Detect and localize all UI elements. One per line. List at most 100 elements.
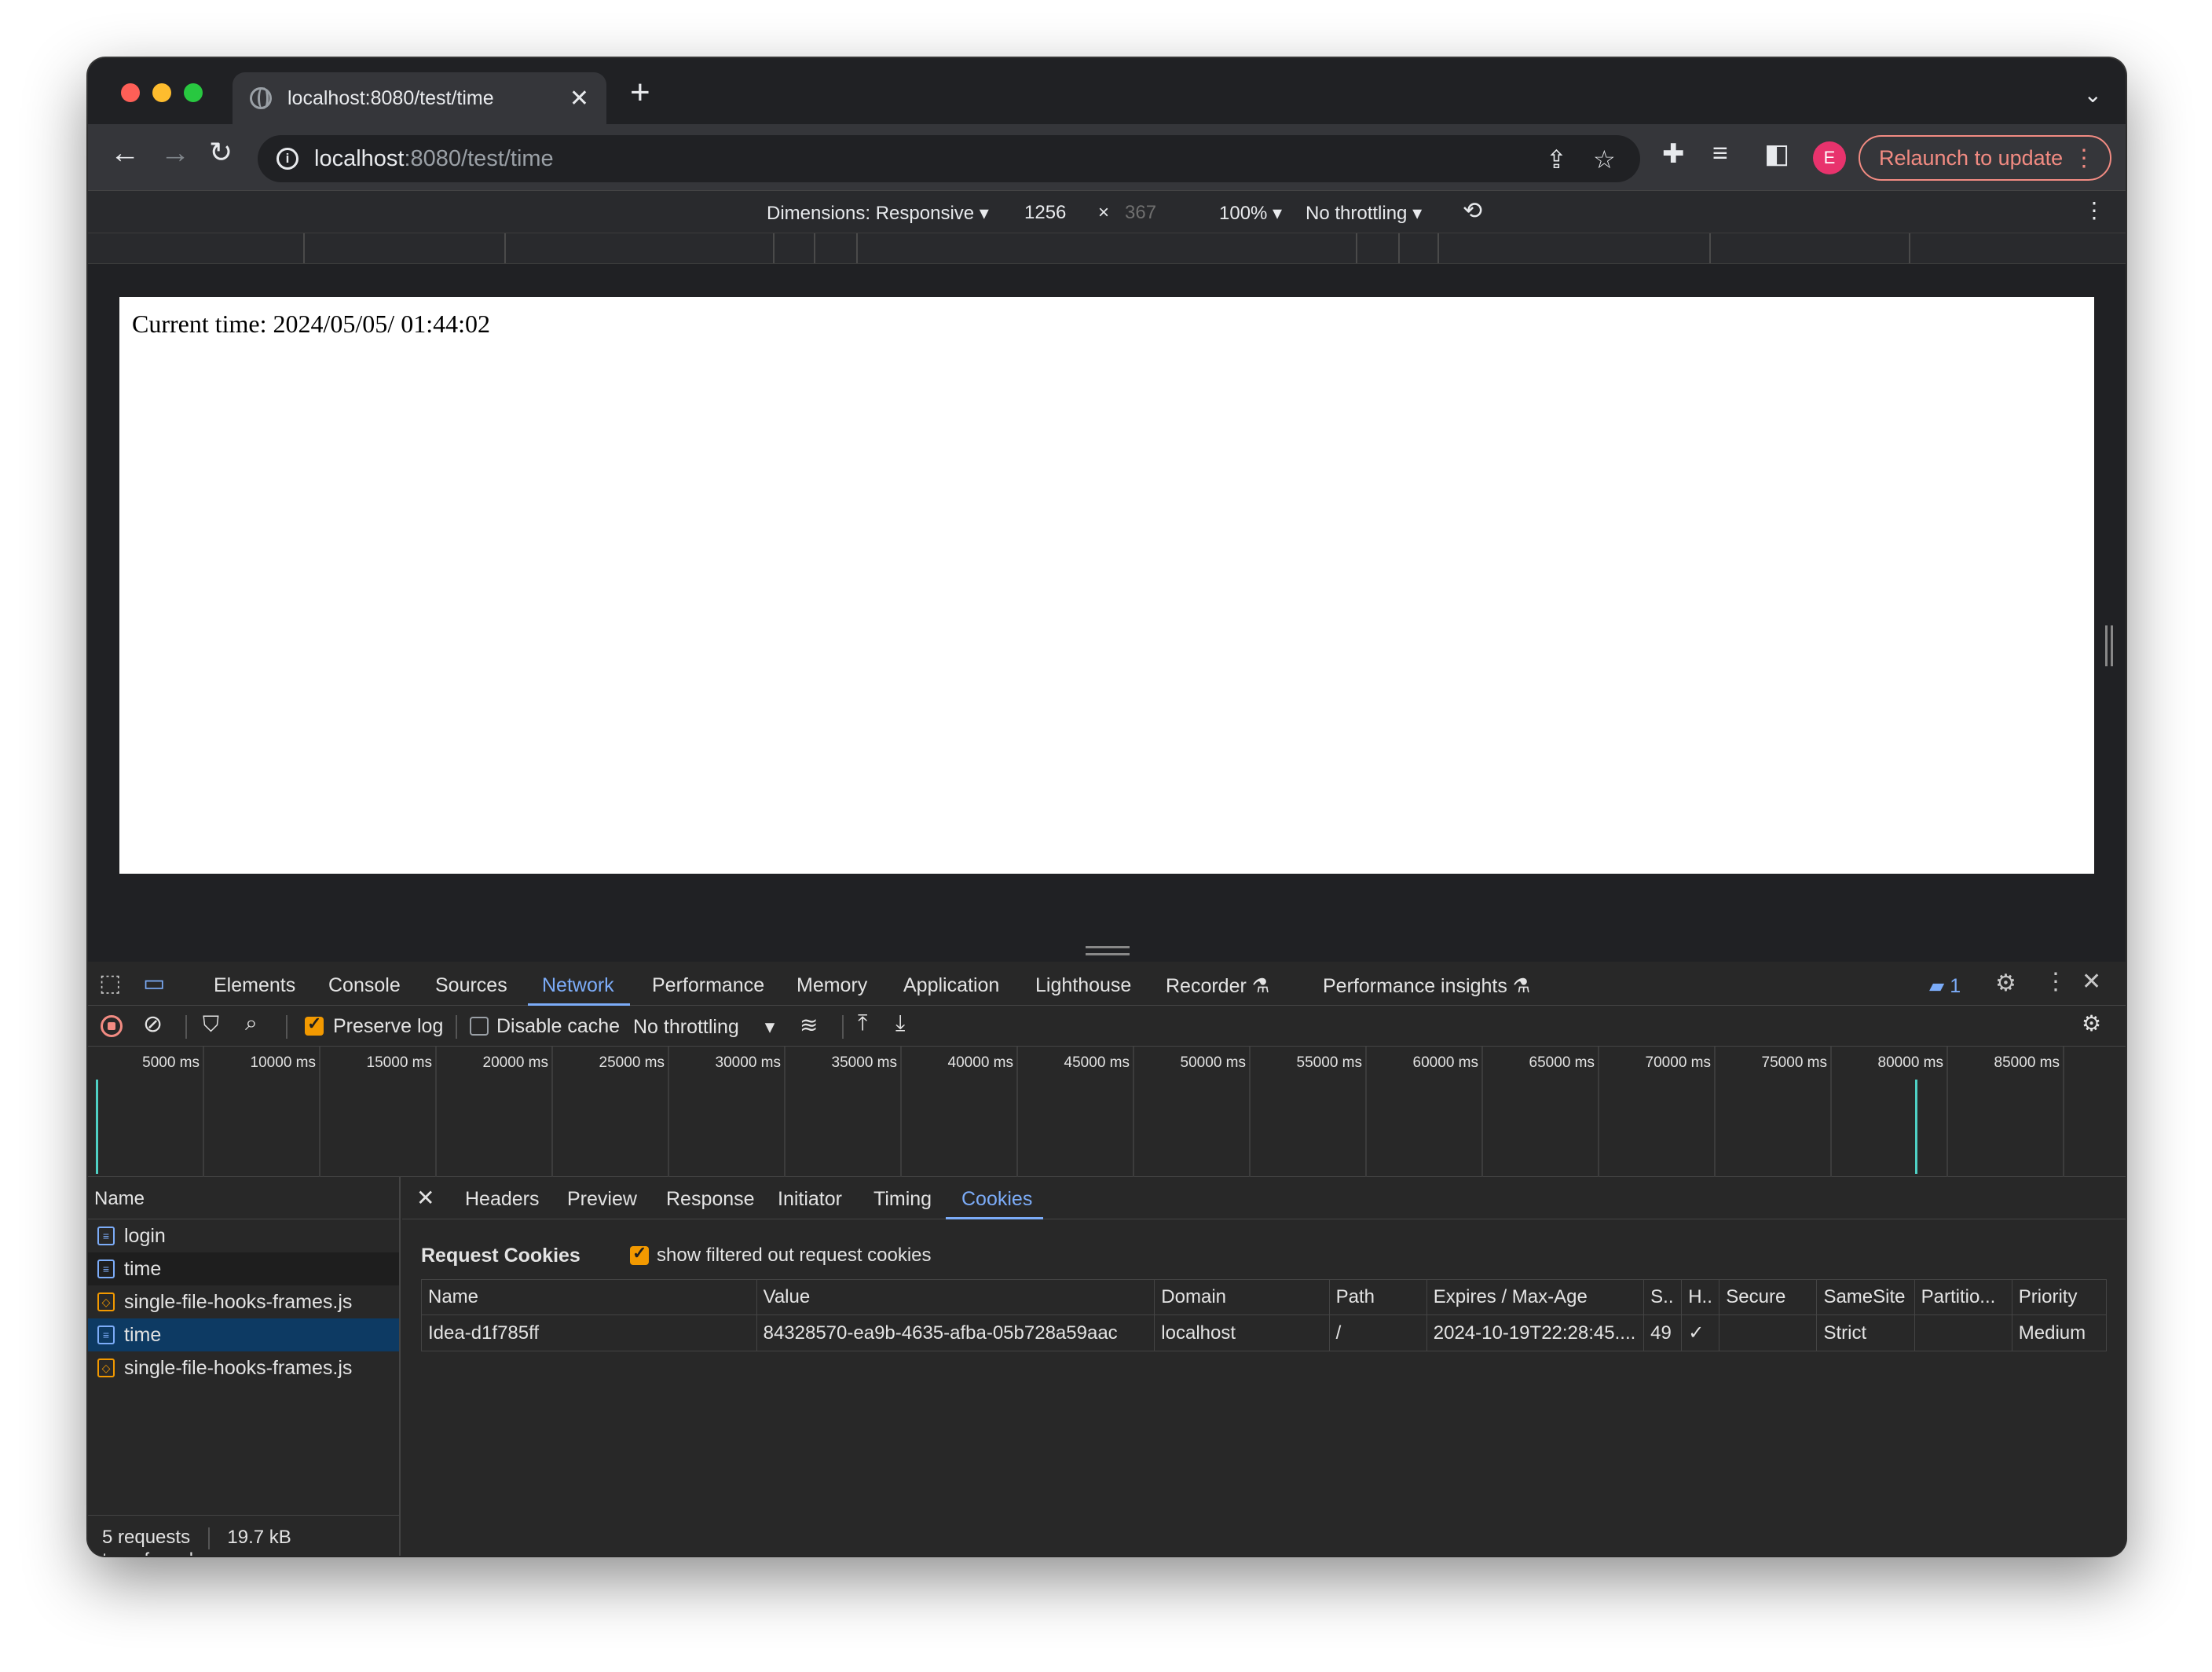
network-throttling-select[interactable]: No throttling ▾ bbox=[633, 1015, 775, 1039]
back-arrow-icon[interactable]: ← bbox=[110, 138, 140, 168]
show-filtered-label: show filtered out request cookies bbox=[657, 1245, 932, 1266]
timeline-gridline bbox=[435, 1047, 437, 1177]
avatar[interactable]: E bbox=[1813, 141, 1846, 174]
kebab-menu-icon[interactable]: ⋮ bbox=[2044, 968, 2067, 996]
clear-icon[interactable]: ⊘ bbox=[143, 1010, 163, 1038]
tab-close-icon[interactable]: ✕ bbox=[569, 85, 589, 112]
network-overview-timeline[interactable]: 5000 ms 10000 ms 15000 ms 20000 ms 25000 ms 3… bbox=[88, 1047, 2126, 1177]
issues-badge[interactable]: ▰ 1 bbox=[1929, 974, 1961, 998]
cookie-column-header[interactable]: Value bbox=[756, 1279, 1155, 1315]
bookmark-star-icon[interactable]: ☆ bbox=[1593, 145, 1616, 174]
show-filtered-checkbox[interactable] bbox=[630, 1243, 649, 1265]
preserve-log-checkbox[interactable] bbox=[305, 1014, 324, 1036]
cookies-table: Name Value Domain Path Expires / Max-Age S.. H… bbox=[421, 1279, 2108, 1351]
record-stop-icon[interactable] bbox=[101, 1015, 123, 1037]
share-icon[interactable]: ⇪ bbox=[1546, 145, 1567, 174]
kebab-menu-icon[interactable]: ⋮ bbox=[2083, 197, 2105, 223]
inspect-element-icon[interactable]: ⬚ bbox=[99, 970, 121, 997]
chevron-down-icon[interactable]: ⌄ bbox=[2084, 82, 2102, 108]
tab-elements[interactable]: Elements bbox=[214, 974, 295, 997]
reload-icon[interactable]: ↻ bbox=[209, 138, 233, 167]
height-input[interactable]: 367 bbox=[1125, 202, 1156, 224]
rotate-icon[interactable]: ⟲ bbox=[1463, 197, 1482, 225]
side-panel-icon[interactable]: ◧ bbox=[1764, 138, 1789, 170]
tab-cookies[interactable]: Cookies bbox=[961, 1188, 1032, 1211]
forward-arrow-icon[interactable]: → bbox=[160, 138, 190, 168]
cookie-column-header[interactable]: Domain bbox=[1154, 1279, 1330, 1315]
tab-performance-insights[interactable]: Performance insights ⚗ bbox=[1323, 974, 1530, 998]
tab-recorder[interactable]: Recorder ⚗ bbox=[1166, 974, 1269, 998]
detail-tabbar: ✕ Headers Preview Response Initiator Tim… bbox=[402, 1177, 2126, 1219]
media-queue-icon[interactable]: ≡ bbox=[1712, 138, 1728, 169]
cookie-column-header[interactable]: S.. bbox=[1643, 1279, 1683, 1315]
tab-headers[interactable]: Headers bbox=[465, 1188, 540, 1211]
relaunch-button[interactable]: Relaunch to update ⋮ bbox=[1859, 135, 2111, 181]
timeline-label: 10000 ms bbox=[250, 1054, 316, 1071]
kebab-menu-icon[interactable]: ⋮ bbox=[2072, 145, 2096, 172]
cookie-column-header[interactable]: Expires / Max-Age bbox=[1426, 1279, 1645, 1315]
width-input[interactable]: 1256 bbox=[1024, 202, 1066, 224]
device-toggle-icon[interactable]: ▭ bbox=[143, 970, 165, 997]
filter-icon[interactable]: ⛉ bbox=[203, 1012, 219, 1038]
cookie-column-header[interactable]: SameSite bbox=[1816, 1279, 1915, 1315]
name-column-header[interactable]: Name bbox=[88, 1177, 399, 1219]
tab-application[interactable]: Application bbox=[903, 974, 999, 997]
close-icon[interactable]: ✕ bbox=[2082, 968, 2101, 996]
maximize-window-button[interactable] bbox=[184, 83, 203, 102]
tab-performance[interactable]: Performance bbox=[652, 974, 764, 997]
request-row[interactable]: ◇ single-file-hooks-frames.js bbox=[88, 1285, 399, 1318]
search-icon[interactable]: ⌕ bbox=[245, 1010, 258, 1036]
close-window-button[interactable] bbox=[121, 83, 140, 102]
timeline-label: 5000 ms bbox=[142, 1054, 200, 1071]
request-detail-panel: ✕ Headers Preview Response Initiator Tim… bbox=[402, 1177, 2126, 1556]
throttling-select[interactable]: No throttling ▾ bbox=[1306, 202, 1422, 225]
request-row[interactable]: ◇ single-file-hooks-frames.js bbox=[88, 1351, 399, 1384]
chevron-down-icon: ▾ bbox=[764, 1016, 775, 1038]
cookie-row[interactable]: Idea-d1f785ff 84328570-ea9b-4635-afba-05b… bbox=[421, 1314, 2108, 1351]
new-tab-button[interactable]: + bbox=[630, 75, 650, 110]
timeline-gridline bbox=[203, 1047, 204, 1177]
tab-initiator[interactable]: Initiator bbox=[778, 1188, 842, 1211]
disable-cache-checkbox[interactable] bbox=[470, 1017, 489, 1036]
tab-response[interactable]: Response bbox=[666, 1188, 755, 1211]
timeline-label: 20000 ms bbox=[482, 1054, 548, 1071]
tab-memory[interactable]: Memory bbox=[797, 974, 867, 997]
info-icon[interactable]: i bbox=[276, 148, 298, 170]
cookie-column-header[interactable]: Partitio... bbox=[1914, 1279, 2012, 1315]
preserve-log-label: Preserve log bbox=[333, 1015, 444, 1037]
tab-sources[interactable]: Sources bbox=[435, 974, 507, 997]
script-file-icon: ◇ bbox=[97, 1358, 115, 1377]
request-row[interactable]: ≡ login bbox=[88, 1219, 399, 1252]
tab-console[interactable]: Console bbox=[328, 974, 401, 997]
minimize-window-button[interactable] bbox=[152, 83, 171, 102]
download-icon[interactable]: ⤓ bbox=[895, 1010, 905, 1036]
address-bar[interactable]: i localhost:8080/test/time ⇪ ☆ bbox=[258, 135, 1640, 182]
gear-icon[interactable]: ⚙ bbox=[2082, 1010, 2101, 1036]
zoom-select[interactable]: 100% ▾ bbox=[1219, 202, 1282, 225]
request-row[interactable]: ≡ time bbox=[88, 1318, 399, 1351]
gear-icon[interactable]: ⚙ bbox=[1995, 970, 2016, 997]
upload-icon[interactable]: ⤒ bbox=[858, 1010, 867, 1036]
cookie-column-header[interactable]: Priority bbox=[2011, 1279, 2108, 1315]
timeline-label: 30000 ms bbox=[715, 1054, 781, 1071]
tab-lighthouse[interactable]: Lighthouse bbox=[1035, 974, 1131, 997]
tab-preview[interactable]: Preview bbox=[567, 1188, 637, 1211]
cookie-column-header[interactable]: H.. bbox=[1681, 1279, 1720, 1315]
tab-network[interactable]: Network bbox=[542, 974, 614, 997]
network-toolbar: ⊘ ⛉ ⌕ Preserve log Disable cache No thro… bbox=[88, 1006, 2126, 1047]
network-conditions-icon[interactable]: ≋ bbox=[800, 1012, 818, 1038]
vertical-resize-handle[interactable] bbox=[2105, 625, 2113, 666]
globe-icon bbox=[250, 87, 272, 109]
request-row[interactable]: ≡ time bbox=[88, 1252, 399, 1285]
timeline-label: 60000 ms bbox=[1412, 1054, 1478, 1071]
cookie-column-header[interactable]: Path bbox=[1328, 1279, 1427, 1315]
browser-tab[interactable]: localhost:8080/test/time ✕ bbox=[233, 72, 606, 124]
cookie-column-header[interactable]: Secure bbox=[1719, 1279, 1818, 1315]
close-icon[interactable]: ✕ bbox=[416, 1185, 434, 1211]
tab-timing[interactable]: Timing bbox=[873, 1188, 932, 1211]
viewport-area: Current time: 2024/05/05/ 01:44:02 bbox=[88, 264, 2126, 962]
cookie-column-header[interactable]: Name bbox=[421, 1279, 757, 1315]
horizontal-resize-handle[interactable] bbox=[1086, 946, 1130, 955]
extensions-puzzle-icon[interactable]: ✚ bbox=[1662, 138, 1685, 170]
dimensions-select[interactable]: Dimensions: Responsive ▾ bbox=[767, 202, 989, 225]
